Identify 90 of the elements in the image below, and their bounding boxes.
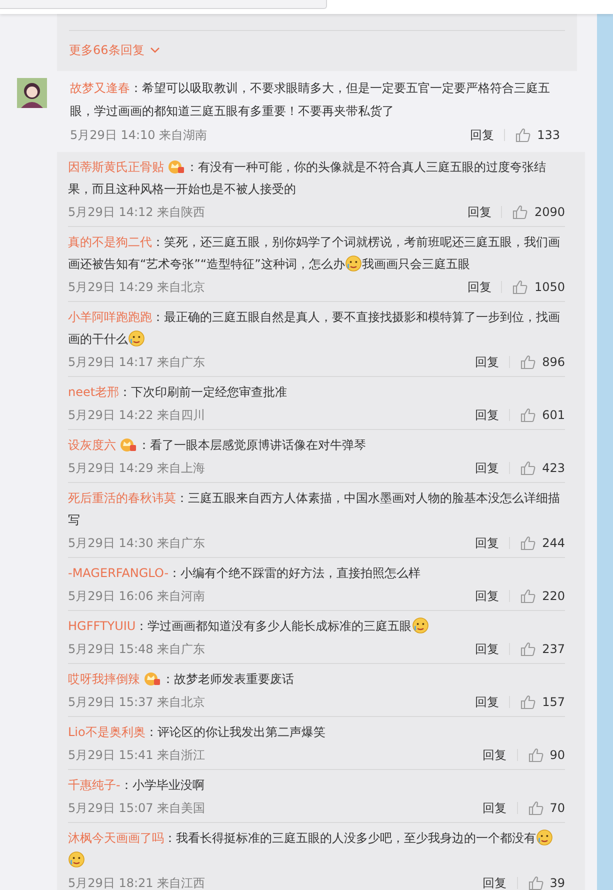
comment-time: 5月29日 15:07 来自美国 (68, 800, 206, 816)
comment-time: 5月29日 14:10 来自湖南 (70, 126, 208, 144)
like-count: 133 (537, 128, 560, 142)
thumbs-up-icon[interactable] (512, 204, 528, 220)
like-count: 220 (542, 589, 565, 603)
thumbs-up-icon[interactable] (520, 588, 536, 604)
reply-link[interactable]: 回复 (467, 278, 492, 296)
reply-link[interactable]: 回复 (475, 460, 500, 476)
like-count: 90 (550, 748, 565, 762)
comment-time: 5月29日 15:37 来自北京 (68, 694, 206, 710)
reply-link[interactable]: 回复 (475, 354, 500, 370)
reply-text: 小羊阿咩跑跑跑：最正确的三庭五眼自然是真人，要不直接找摄影和模特算了一步到位，找画画的干什么 (68, 309, 561, 349)
reply-link[interactable]: 回复 (475, 640, 500, 658)
reply-link[interactable]: 回复 (475, 534, 500, 552)
thumbs-up-icon[interactable] (512, 279, 528, 295)
like-count: 601 (542, 408, 565, 422)
user-name-link[interactable]: Lio不是奥利奥 (68, 725, 146, 739)
comment-time: 5月29日 15:41 来自浙江 (68, 746, 206, 764)
like-count: 2090 (534, 205, 565, 219)
like-count: 237 (542, 642, 565, 656)
emoji-icon (68, 851, 85, 868)
thumbs-up-icon[interactable] (520, 694, 536, 710)
like-count: 157 (542, 695, 565, 709)
reply-link[interactable]: 回复 (475, 406, 500, 424)
thumbs-up-icon[interactable] (520, 460, 536, 476)
emoji-icon (128, 330, 145, 347)
user-name-link[interactable]: 哎呀我摔倒辣 (68, 672, 140, 686)
avatar[interactable] (17, 78, 47, 108)
reply-link[interactable]: 回复 (475, 588, 500, 604)
emoji-icon (536, 829, 553, 846)
comment-time: 5月29日 15:48 来自广东 (68, 640, 206, 658)
thumbs-up-icon[interactable] (520, 535, 536, 551)
crown-badge-icon (167, 159, 185, 174)
like-count: 244 (542, 536, 565, 550)
thumbs-up-icon[interactable] (520, 354, 536, 370)
comment-time: 5月29日 14:29 来自上海 (68, 460, 206, 476)
reply-link[interactable]: 回复 (470, 126, 494, 144)
thumbs-up-icon[interactable] (520, 407, 536, 423)
user-name-link[interactable]: 沐枫今天画画了吗 (68, 831, 164, 845)
comment-text: 故梦又逢春：希望可以吸取教训，不要求眼睛多大，但是一定要五官一定要严格符合三庭五眼，学过画画的都知道三庭五眼有多重要！不要再夹带私货了 (70, 80, 551, 120)
reply-text: HGFFTYUIU：学过画画都知道没有多少人能长成标准的三庭五眼 (68, 615, 565, 637)
emoji-icon (412, 617, 429, 634)
comment-time: 5月29日 16:06 来自河南 (68, 588, 206, 604)
comment-time: 5月29日 14:17 来自广东 (68, 354, 206, 370)
like-count: 896 (542, 355, 565, 369)
reply-link[interactable]: 回复 (467, 204, 492, 220)
thumbs-up-icon[interactable] (528, 747, 544, 763)
like-count: 39 (550, 876, 565, 890)
user-name-link[interactable]: 小羊阿咩跑跑跑 (68, 310, 152, 324)
comment-time: 5月29日 18:21 来自江西 (68, 874, 206, 890)
reply-text: 沐枫今天画画了吗：我看长得挺标准的三庭五眼的人没多少吧，至少我身边的一个都没有 (68, 827, 565, 871)
user-name-link[interactable]: -MAGERFANGLO- (68, 566, 169, 580)
reply-text: 死后重活的春秋讳莫：三庭五眼来自西方人体素描，中国水墨画对人物的脸基本没怎么详细描写 (68, 490, 561, 529)
reply-text: -MAGERFANGLO-：小编有个绝不踩雷的好方法，直接拍照怎么样 (68, 565, 422, 582)
reply-link[interactable]: 回复 (482, 800, 507, 816)
reply-text: neet老邢：下次印刷前一定经您审查批准 (68, 384, 288, 401)
user-name-link[interactable]: 因蒂斯黄氏正骨贴 (68, 160, 164, 174)
user-name-link[interactable]: 死后重活的春秋讳莫 (68, 491, 176, 505)
user-name-link[interactable]: neet老邢 (68, 385, 120, 399)
more-replies-link[interactable]: 更多66条回复 (69, 39, 160, 61)
like-count: 423 (542, 461, 565, 475)
thumbs-up-icon[interactable] (520, 641, 536, 657)
user-name-link[interactable]: 设灰度六 (68, 438, 116, 452)
comment-time: 5月29日 14:30 来自广东 (68, 534, 206, 552)
chevron-down-icon (150, 46, 160, 54)
user-name-link[interactable]: HGFFTYUIU (68, 619, 136, 633)
reply-text: 因蒂斯黄氏正骨贴 ：有没有一种可能，你的头像就是不符合真人三庭五眼的过度夸张结果，而且这种风格一开始也是不被人接受的 (68, 158, 547, 198)
thumbs-up-icon[interactable] (528, 875, 544, 890)
user-name-link[interactable]: 千惠纯子- (68, 778, 120, 792)
reply-text: 哎呀我摔倒辣 ：故梦老师发表重要废话 (68, 670, 295, 688)
like-count: 70 (550, 801, 565, 815)
search-field[interactable] (0, 0, 327, 9)
comment-time: 5月29日 14:12 来自陕西 (68, 204, 206, 220)
thumbs-up-icon[interactable] (528, 800, 544, 816)
like-count: 1050 (534, 280, 565, 294)
crown-badge-icon (143, 671, 161, 686)
reply-text: 千惠纯子-：小学毕业没啊 (68, 777, 206, 794)
reply-link[interactable]: 回复 (475, 694, 500, 710)
user-name-link[interactable]: 真的不是狗二代 (68, 235, 152, 249)
reply-text: 设灰度六 ：看了一眼本层感觉原博讲话像在对牛弹琴 (68, 436, 367, 454)
crown-badge-icon (119, 437, 137, 452)
reply-link[interactable]: 回复 (482, 874, 507, 890)
thumbs-up-icon[interactable] (515, 127, 532, 143)
comment-time: 5月29日 14:29 来自北京 (68, 278, 206, 296)
reply-link[interactable]: 回复 (482, 746, 507, 764)
comment-time: 5月29日 14:22 来自四川 (68, 406, 206, 424)
user-name-link[interactable]: 故梦又逢春 (70, 81, 130, 95)
reply-text: 真的不是狗二代：笑死，还三庭五眼，别你妈学了个词就楞说，考前班呢还三庭五眼，我们画画还被告知有“艺术夸张”“造型特征”这种词，怎么办 我画画只会三庭五眼 (68, 234, 561, 274)
reply-text: Lio不是奥利奥：评论区的你让我发出第二声爆笑 (68, 724, 326, 741)
emoji-icon (344, 255, 362, 272)
